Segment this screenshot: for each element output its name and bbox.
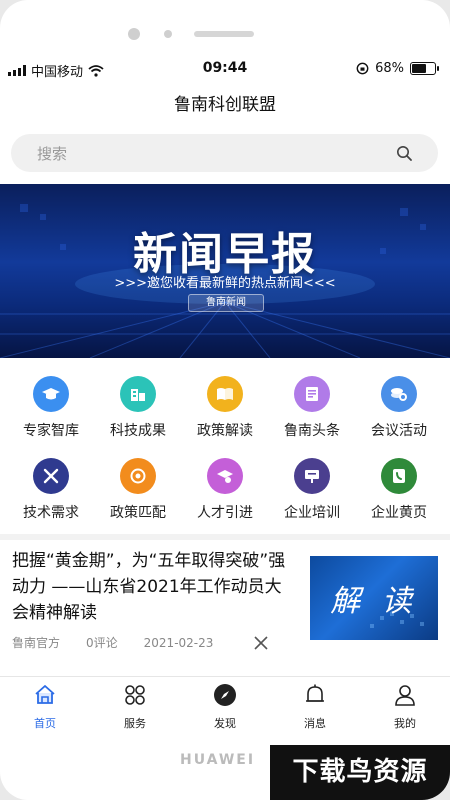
menu-item-label: 科技成果 xyxy=(110,423,166,439)
services-icon xyxy=(125,685,145,705)
menu-item-policy-matching[interactable]: 政策匹配 xyxy=(94,458,182,522)
news-list-item[interactable]: 把握“黄金期”，为“五年取得突破”强动力 ——山东省2021年工作动员大会精神解… xyxy=(0,540,450,670)
news-date: 2021-02-23 xyxy=(143,635,214,650)
battery-percent: 68% xyxy=(375,61,404,76)
graduation-cap-icon xyxy=(33,376,69,412)
watermark: 下载鸟资源 xyxy=(270,745,450,800)
building-icon xyxy=(120,376,156,412)
rotation-lock-icon xyxy=(356,62,369,75)
tab-label: 服务 xyxy=(124,717,146,730)
target-icon xyxy=(120,458,156,494)
bottom-tab-bar: 首页 服务 发现 消息 我的 xyxy=(0,676,450,730)
search-input[interactable] xyxy=(35,134,379,174)
menu-item-label: 技术需求 xyxy=(23,505,79,521)
menu-item-label: 人才引进 xyxy=(197,505,253,521)
coins-icon xyxy=(381,376,417,412)
bell-icon xyxy=(306,684,324,702)
menu-item-label: 会议活动 xyxy=(371,423,427,439)
menu-item-headlines[interactable]: 鲁南头条 xyxy=(268,376,356,440)
tab-messages[interactable]: 消息 xyxy=(270,683,360,731)
news-thumbnail[interactable]: 解 读 xyxy=(310,556,438,640)
tab-label: 我的 xyxy=(394,717,416,730)
banner-tag: 鲁南新闻 xyxy=(188,294,264,312)
mortarboard-icon xyxy=(207,458,243,494)
service-menu: 专家智库 科技成果 政策解读 鲁南头条 会议活动 技术需求 政策匹配 人才引进 … xyxy=(0,370,450,535)
menu-item-label: 政策匹配 xyxy=(110,505,166,521)
menu-item-label: 企业黄页 xyxy=(371,505,427,521)
phone-screen: 中国移动 09:44 68% 鲁南科创联盟 搜索 新闻早报 >>>邀您收看最新鲜… xyxy=(0,0,450,800)
news-meta: 鲁南官方 0评论 2021-02-23 xyxy=(12,634,213,651)
banner-subtitle: >>>邀您收看最新鲜的热点新闻<<< xyxy=(114,276,336,291)
menu-item-tech-achievements[interactable]: 科技成果 xyxy=(94,376,182,440)
app-title: 鲁南科创联盟 xyxy=(174,95,276,115)
search-bar[interactable] xyxy=(11,134,438,174)
compass-icon xyxy=(214,684,236,706)
earpiece-speaker xyxy=(194,31,254,37)
tab-profile[interactable]: 我的 xyxy=(360,683,450,731)
presentation-icon xyxy=(294,458,330,494)
tab-label: 消息 xyxy=(304,717,326,730)
tab-services[interactable]: 服务 xyxy=(90,683,180,731)
tab-label: 首页 xyxy=(34,717,56,730)
news-title[interactable]: 把握“黄金期”，为“五年取得突破”强动力 ——山东省2021年工作动员大会精神解… xyxy=(12,548,290,626)
menu-item-talent-recruitment[interactable]: 人才引进 xyxy=(181,458,269,522)
home-icon xyxy=(35,685,55,704)
news-comments: 0评论 xyxy=(86,636,118,650)
menu-item-label: 政策解读 xyxy=(197,423,253,439)
tools-icon xyxy=(33,458,69,494)
newspaper-icon xyxy=(294,376,330,412)
news-banner[interactable]: 新闻早报 >>>邀您收看最新鲜的热点新闻<<< 鲁南新闻 xyxy=(0,184,450,358)
front-camera xyxy=(128,28,140,40)
menu-item-label: 企业培训 xyxy=(284,505,340,521)
status-bar: 中国移动 09:44 68% xyxy=(0,60,450,80)
menu-item-yellow-pages[interactable]: 企业黄页 xyxy=(355,458,443,522)
thumbnail-text: 解 读 xyxy=(330,584,418,619)
book-icon xyxy=(207,376,243,412)
search-icon[interactable] xyxy=(396,145,412,161)
tab-home[interactable]: 首页 xyxy=(0,683,90,731)
sensor xyxy=(164,30,172,38)
menu-item-tech-demand[interactable]: 技术需求 xyxy=(7,458,95,522)
menu-item-label: 专家智库 xyxy=(23,423,79,439)
phone-notch xyxy=(0,26,450,42)
close-icon[interactable] xyxy=(252,634,270,652)
user-icon xyxy=(395,685,415,706)
menu-item-meetings[interactable]: 会议活动 xyxy=(355,376,443,440)
phone-book-icon xyxy=(381,458,417,494)
menu-item-label: 鲁南头条 xyxy=(284,423,340,439)
tab-label: 发现 xyxy=(214,717,236,730)
tab-discover[interactable]: 发现 xyxy=(180,683,270,731)
news-source: 鲁南官方 xyxy=(12,636,61,650)
menu-item-corporate-training[interactable]: 企业培训 xyxy=(268,458,356,522)
menu-item-expert-think-tank[interactable]: 专家智库 xyxy=(7,376,95,440)
device-brand: HUAWEI xyxy=(180,752,256,768)
menu-item-policy-interpretation[interactable]: 政策解读 xyxy=(181,376,269,440)
battery-icon xyxy=(410,62,439,75)
